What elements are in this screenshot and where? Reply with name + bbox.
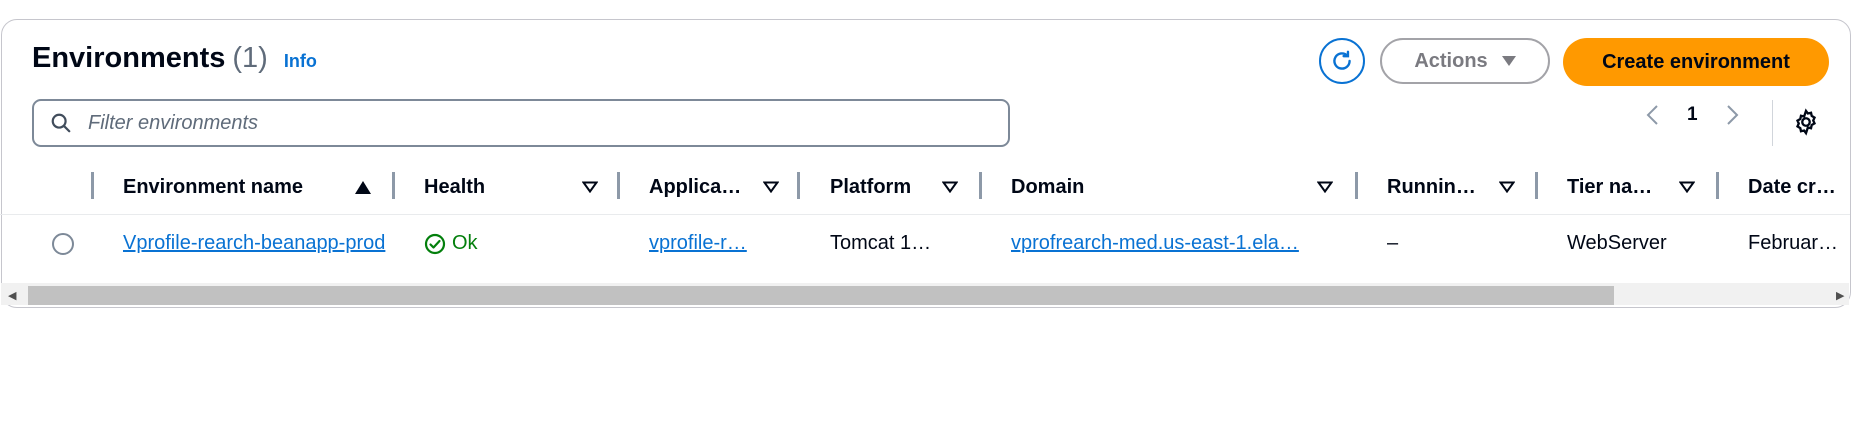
actions-button[interactable]: Actions [1380, 38, 1550, 84]
sort-icon[interactable] [582, 181, 598, 193]
column-header-tier-name[interactable]: Tier na… [1567, 172, 1707, 202]
column-divider [979, 172, 982, 199]
column-header-platform[interactable]: Platform [830, 172, 970, 202]
column-header-application[interactable]: Applica… [649, 172, 779, 202]
pagination: 1 [1645, 104, 1740, 126]
actions-label: Actions [1414, 49, 1488, 72]
domain-link[interactable]: vprofrearch-med.us-east-1.ela… [1011, 232, 1341, 255]
create-environment-label: Create environment [1602, 50, 1790, 73]
column-header-running-version[interactable]: Runnin… [1387, 172, 1527, 202]
info-link[interactable]: Info [284, 51, 317, 72]
column-header-environment-name[interactable]: Environment name [123, 172, 403, 202]
environment-count: (1) [232, 42, 268, 74]
date-created-cell: February … [1748, 232, 1848, 254]
column-divider [1535, 172, 1538, 199]
scroll-left-icon[interactable]: ◀ [8, 289, 16, 302]
current-page[interactable]: 1 [1687, 104, 1698, 126]
column-divider [392, 172, 395, 199]
scrollbar-thumb[interactable] [28, 286, 1614, 305]
sort-ascending-icon[interactable] [355, 180, 371, 194]
column-header-date-created[interactable]: Date cr… [1748, 172, 1848, 202]
filter-input[interactable] [86, 110, 950, 136]
row-select-radio[interactable] [52, 233, 74, 255]
running-version-cell: – [1387, 232, 1399, 254]
column-divider [1716, 172, 1719, 199]
sort-icon[interactable] [1679, 181, 1695, 193]
sort-icon[interactable] [1317, 181, 1333, 193]
column-divider [91, 172, 94, 199]
next-page-icon[interactable] [1726, 104, 1740, 126]
scroll-right-icon[interactable]: ▶ [1836, 289, 1844, 302]
settings-gear-icon[interactable] [1792, 108, 1820, 136]
search-icon [50, 112, 72, 134]
pager-divider [1772, 100, 1773, 146]
health-status: Ok [424, 232, 478, 255]
column-divider [617, 172, 620, 199]
caret-down-icon [1501, 56, 1516, 66]
previous-page-icon[interactable] [1645, 104, 1659, 126]
sort-icon[interactable] [763, 181, 779, 193]
health-text: Ok [452, 232, 478, 254]
refresh-button[interactable] [1319, 38, 1365, 84]
column-divider [797, 172, 800, 199]
platform-cell: Tomcat 1… [830, 232, 932, 254]
tier-name-cell: WebServer [1567, 232, 1667, 254]
status-ok-icon [424, 233, 446, 255]
title-text: Environments [32, 42, 226, 74]
column-header-domain[interactable]: Domain [1011, 172, 1351, 202]
page-title: Environments (1) Info [32, 42, 317, 75]
refresh-icon [1329, 48, 1355, 74]
filter-box [32, 99, 1010, 147]
sort-icon[interactable] [942, 181, 958, 193]
environment-name-link[interactable]: Vprofile-rearch-beanapp-prod [123, 232, 392, 255]
sort-icon[interactable] [1499, 181, 1515, 193]
application-link[interactable]: vprofile-r… [649, 232, 779, 255]
header-row-divider [0, 214, 1850, 215]
column-divider [1355, 172, 1358, 199]
column-header-health[interactable]: Health [424, 172, 604, 202]
create-environment-button[interactable]: Create environment [1563, 38, 1829, 86]
